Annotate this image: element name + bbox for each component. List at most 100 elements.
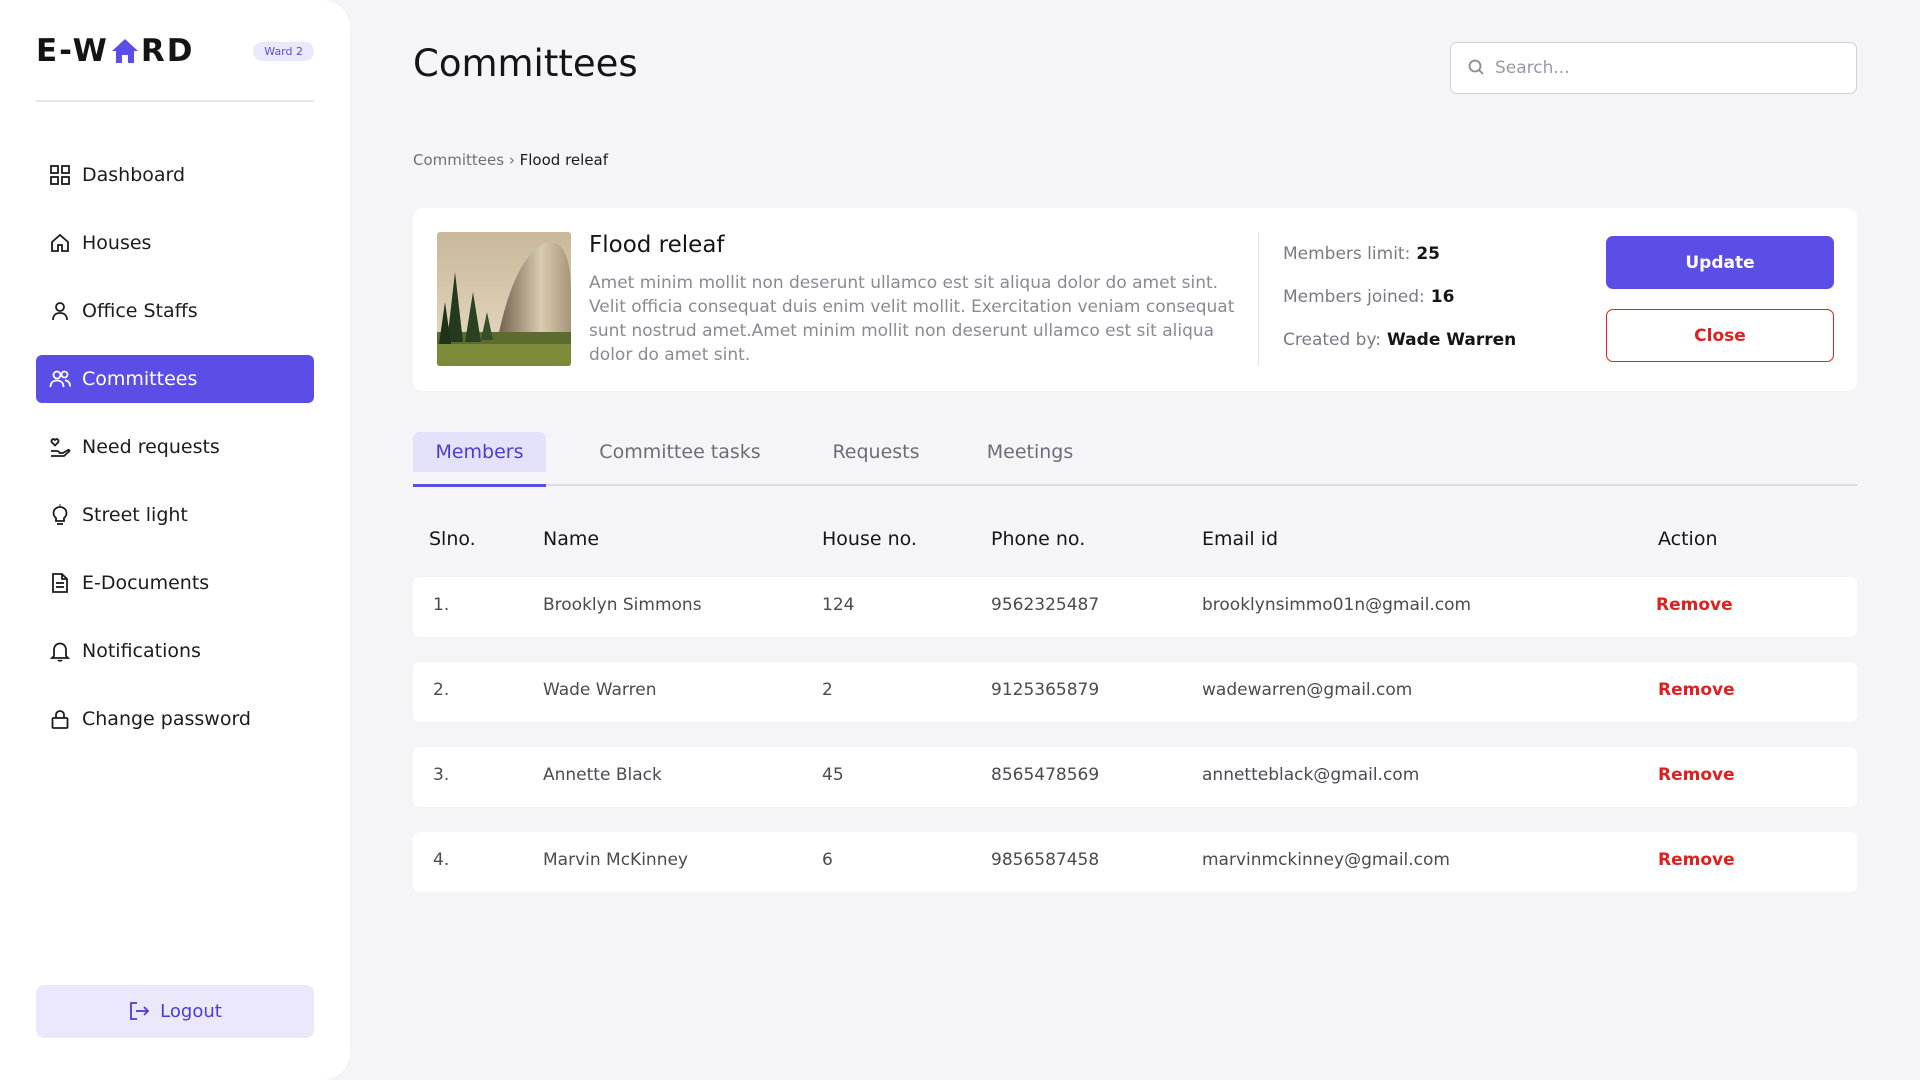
tab-requests[interactable]: Requests	[811, 432, 941, 472]
breadcrumb-parent[interactable]: Committees	[413, 151, 504, 169]
logout-label: Logout	[160, 1001, 222, 1022]
sidebar-item-committees[interactable]: Committees	[36, 355, 314, 403]
column-header: Email id	[1202, 528, 1279, 550]
tab-bar: Members Committee tasks Requests Meeting…	[413, 432, 1857, 487]
cell-slno: 1.	[433, 595, 450, 615]
created-by-value: Wade Warren	[1387, 330, 1517, 350]
home-icon	[48, 231, 72, 255]
cell-name: Marvin McKinney	[543, 850, 688, 870]
cell-phone: 8565478569	[991, 765, 1100, 785]
cell-slno: 4.	[433, 850, 450, 870]
lock-icon	[48, 707, 72, 731]
ward-badge: Ward 2	[253, 41, 314, 61]
table-row: 4. Marvin McKinney 6 9856587458 marvinmc…	[413, 832, 1857, 892]
document-icon	[48, 571, 72, 595]
cell-name: Brooklyn Simmons	[543, 595, 702, 615]
remove-button[interactable]: Remove	[1658, 765, 1735, 785]
search-input[interactable]	[1495, 58, 1835, 78]
cell-house: 2	[822, 680, 833, 700]
created-by: Created by: Wade Warren	[1283, 330, 1516, 350]
members-limit-value: 25	[1416, 244, 1440, 264]
sidebar-item-label: Houses	[82, 232, 152, 254]
bulb-icon	[48, 503, 72, 527]
cell-slno: 3.	[433, 765, 450, 785]
sidebar-item-label: Committees	[82, 368, 198, 390]
update-button[interactable]: Update	[1606, 236, 1834, 289]
cell-email: annetteblack@gmail.com	[1202, 765, 1420, 785]
created-by-label: Created by:	[1283, 330, 1382, 350]
cell-house: 6	[822, 850, 833, 870]
remove-button[interactable]: Remove	[1656, 595, 1733, 615]
sidebar-item-label: Need requests	[82, 436, 220, 458]
breadcrumb: Committees › Flood releaf	[413, 151, 608, 169]
tab-members[interactable]: Members	[413, 432, 546, 472]
table-row: 1. Brooklyn Simmons 124 9562325487 brook…	[413, 577, 1857, 637]
cell-email: wadewarren@gmail.com	[1202, 680, 1413, 700]
cell-phone: 9562325487	[991, 595, 1100, 615]
user-icon	[48, 299, 72, 323]
sidebar-item-label: Dashboard	[82, 164, 186, 186]
sidebar-item-label: Office Staffs	[82, 300, 198, 322]
column-header: Name	[543, 528, 600, 550]
breadcrumb-current: Flood releaf	[519, 151, 609, 169]
card-divider	[1258, 232, 1259, 366]
sidebar-item-e-documents[interactable]: E-Documents	[36, 559, 314, 607]
sidebar-item-change-password[interactable]: Change password	[36, 695, 314, 743]
cell-phone: 9856587458	[991, 850, 1100, 870]
committee-title: Flood releaf	[589, 232, 725, 258]
app-logo[interactable]: E-W RD	[36, 33, 194, 69]
breadcrumb-separator: ›	[508, 151, 515, 169]
committee-image	[437, 232, 571, 366]
users-icon	[48, 367, 72, 391]
sidebar-item-label: Street light	[82, 504, 188, 526]
members-limit-label: Members limit:	[1283, 244, 1411, 264]
sidebar-item-dashboard[interactable]: Dashboard	[36, 151, 314, 199]
page-title: Committees	[413, 42, 638, 85]
hand-heart-icon	[48, 435, 72, 459]
active-tab-indicator	[413, 484, 546, 487]
logout-button[interactable]: Logout	[36, 985, 314, 1038]
sidebar-divider	[36, 100, 314, 102]
column-header: Slno.	[429, 528, 476, 550]
sidebar-item-notifications[interactable]: Notifications	[36, 627, 314, 675]
sidebar-item-need-requests[interactable]: Need requests	[36, 423, 314, 471]
cell-phone: 9125365879	[991, 680, 1100, 700]
bell-icon	[48, 639, 72, 663]
column-header: House no.	[822, 528, 917, 550]
sidebar-item-street-light[interactable]: Street light	[36, 491, 314, 539]
sidebar-item-label: Change password	[82, 708, 251, 730]
grid-icon	[48, 163, 72, 187]
column-header: Action	[1658, 528, 1718, 550]
members-limit: Members limit: 25	[1283, 244, 1440, 264]
remove-button[interactable]: Remove	[1658, 850, 1735, 870]
search-box[interactable]	[1450, 42, 1857, 94]
close-button[interactable]: Close	[1606, 309, 1834, 362]
members-joined-label: Members joined:	[1283, 287, 1425, 307]
house-logo-icon	[110, 36, 140, 66]
sidebar-item-houses[interactable]: Houses	[36, 219, 314, 267]
sidebar: E-W RD Ward 2 Dashboard Houses Office St	[0, 0, 350, 1080]
committee-card: Flood releaf Amet minim mollit non deser…	[413, 208, 1857, 391]
cell-house: 45	[822, 765, 844, 785]
cell-name: Wade Warren	[543, 680, 657, 700]
remove-button[interactable]: Remove	[1658, 680, 1735, 700]
members-joined-value: 16	[1430, 287, 1455, 307]
sidebar-item-label: E-Documents	[82, 572, 210, 594]
logo-text-right: RD	[140, 33, 195, 69]
logout-icon	[128, 1000, 152, 1024]
table-header: Slno. Name House no. Phone no. Email id …	[413, 528, 1857, 552]
tab-meetings[interactable]: Meetings	[965, 432, 1095, 472]
cell-house: 124	[822, 595, 855, 615]
logo-text-left: E-W	[36, 33, 109, 69]
column-header: Phone no.	[991, 528, 1086, 550]
tab-committee-tasks[interactable]: Committee tasks	[575, 432, 785, 472]
members-joined: Members joined: 16	[1283, 287, 1454, 307]
cell-email: marvinmckinney@gmail.com	[1202, 850, 1450, 870]
cell-email: brooklynsimmo01n@gmail.com	[1202, 595, 1472, 615]
brand-row: E-W RD Ward 2	[36, 33, 314, 69]
sidebar-item-label: Notifications	[82, 640, 201, 662]
table-row: 3. Annette Black 45 8565478569 annettebl…	[413, 747, 1857, 807]
search-icon	[1467, 58, 1487, 78]
sidebar-item-office-staffs[interactable]: Office Staffs	[36, 287, 314, 335]
committee-description: Amet minim mollit non deserunt ullamco e…	[589, 273, 1235, 365]
